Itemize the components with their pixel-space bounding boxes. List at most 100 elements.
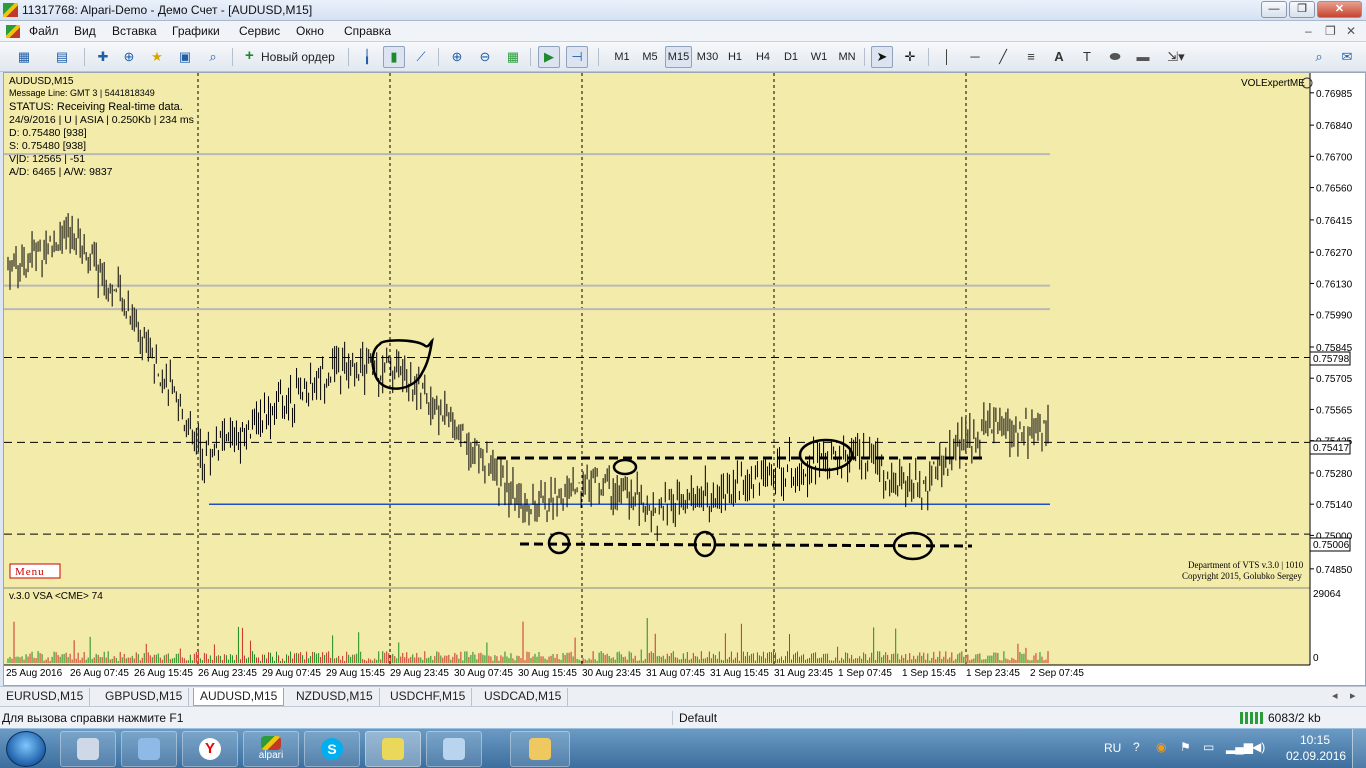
tab-scroll-left-icon[interactable]: ◂ — [1332, 689, 1338, 702]
minimize-button[interactable]: — — [1261, 1, 1287, 18]
timeframe-m15[interactable]: M15 — [665, 46, 692, 68]
taskbar-metatrader[interactable] — [365, 731, 421, 767]
info-line: 24/9/2016 | U | ASIA | 0.250Kb | 234 ms — [9, 114, 194, 126]
orange-tray-icon[interactable]: ◉ — [1156, 740, 1166, 754]
doc-minimize-button[interactable]: – — [1305, 24, 1312, 38]
clock-date[interactable]: 02.09.2016 — [1286, 749, 1346, 763]
skype-icon: S — [321, 738, 343, 760]
new-order-button[interactable]: Новый ордер — [240, 46, 342, 68]
timeframe-d1[interactable]: D1 — [779, 46, 803, 68]
taskbar-explorer-pc[interactable] — [121, 731, 177, 767]
time-label: 26 Aug 23:45 — [198, 668, 257, 679]
tester-button[interactable]: ⌕ — [202, 46, 224, 68]
navigator-button[interactable]: ★ — [146, 46, 168, 68]
crosshair-tool-button[interactable]: ✛ — [899, 46, 921, 68]
language-indicator[interactable]: RU — [1104, 741, 1121, 755]
search-button[interactable]: ⌕ — [1308, 46, 1330, 68]
profiles-button[interactable]: ▤ — [46, 46, 78, 68]
timeframe-m5[interactable]: M5 — [638, 46, 662, 68]
timeframe-m30[interactable]: M30 — [694, 46, 721, 68]
text-label-button[interactable]: T — [1076, 46, 1098, 68]
help-tray-icon[interactable]: ? — [1133, 740, 1140, 754]
vertical-line-button[interactable]: │ — [936, 46, 958, 68]
chat-button[interactable]: ✉ — [1336, 46, 1358, 68]
tab-usdchf[interactable]: USDCHF,M15 — [384, 688, 473, 706]
start-button[interactable] — [6, 731, 46, 767]
menu-tools[interactable]: Сервис — [239, 24, 280, 38]
rectangle-tool-button[interactable]: ▬ — [1132, 46, 1154, 68]
taskbar-skype[interactable]: S — [304, 731, 360, 767]
taskbar-notepad[interactable] — [426, 731, 482, 767]
restore-button[interactable]: ❐ — [1289, 1, 1315, 18]
timeframe-h4[interactable]: H4 — [751, 46, 775, 68]
text-tool-button[interactable]: A — [1048, 46, 1070, 68]
status-profile: Default — [672, 711, 717, 725]
flag-tray-icon[interactable]: ⚑ — [1180, 740, 1191, 754]
ellipse-icon: ⬬ — [1109, 49, 1121, 64]
timeframe-m1[interactable]: M1 — [610, 46, 634, 68]
menu-view[interactable]: Вид — [74, 24, 96, 38]
taskbar-yandex[interactable]: Y — [182, 731, 238, 767]
bar-chart-button[interactable]: ╽ — [356, 46, 378, 68]
menu-window[interactable]: Окно — [296, 24, 324, 38]
ellipse-tool-button[interactable]: ⬬ — [1104, 46, 1126, 68]
cursor-tool-button[interactable]: ➤ — [871, 46, 893, 68]
new-chart-icon: ▦ — [17, 49, 31, 64]
candlestick-button[interactable]: ▮ — [383, 46, 405, 68]
taskbar-folder[interactable] — [510, 731, 570, 767]
chart-shift-button[interactable]: ⊣ — [566, 46, 588, 68]
arrows-menu-button[interactable]: ⇲▾ — [1160, 46, 1192, 68]
clock-time[interactable]: 10:15 — [1300, 733, 1330, 747]
search-icon: ⌕ — [1315, 49, 1323, 64]
toolbar: ▦ ▤ ✚ ⊕ ★ ▣ ⌕ Новый ордер ╽ ▮ ⟋ ⊕ ⊖ ▦ ▶ … — [0, 42, 1366, 72]
menu-charts[interactable]: Графики — [172, 24, 220, 38]
channel-button[interactable]: ≡ — [1020, 46, 1042, 68]
text-label-icon: T — [1083, 49, 1091, 64]
timeframe-mn[interactable]: MN — [835, 46, 859, 68]
menu-bar: Файл Вид Вставка Графики Сервис Окно Спр… — [0, 21, 1366, 42]
menu-help[interactable]: Справка — [344, 24, 391, 38]
copyright-line: Copyright 2015, Golubko Sergey — [1182, 571, 1302, 581]
rectangle-icon: ▬ — [1136, 49, 1150, 64]
new-chart-button[interactable]: ▦ — [8, 46, 40, 68]
data-window-button[interactable]: ⊕ — [118, 46, 140, 68]
chart-canvas[interactable]: 0.76985 0.76840 0.76700 0.76560 0.76415 0.762… — [4, 73, 1365, 685]
menu-file[interactable]: Файл — [29, 24, 59, 38]
trendline-button[interactable]: ╱ — [992, 46, 1014, 68]
tab-usdcad[interactable]: USDCAD,M15 — [478, 688, 569, 706]
computer-icon — [138, 738, 160, 760]
taskbar-calculator[interactable] — [60, 731, 116, 767]
line-chart-button[interactable]: ⟋ — [410, 46, 432, 68]
tile-windows-button[interactable]: ▦ — [502, 46, 524, 68]
time-label: 26 Aug 15:45 — [134, 668, 193, 679]
market-watch-button[interactable]: ✚ — [92, 46, 114, 68]
zoom-out-button[interactable]: ⊖ — [474, 46, 496, 68]
autoscroll-button[interactable]: ▶ — [538, 46, 560, 68]
timeframe-w1[interactable]: W1 — [807, 46, 831, 68]
close-button[interactable]: ✕ — [1317, 1, 1362, 18]
app-icon — [3, 3, 18, 17]
network-tray-icon[interactable]: ▂▄▆ — [1226, 740, 1253, 754]
chart-window[interactable]: 0.76985 0.76840 0.76700 0.76560 0.76415 0.762… — [3, 72, 1366, 686]
menu-insert[interactable]: Вставка — [112, 24, 157, 38]
volume-tray-icon[interactable]: ◀) — [1252, 740, 1265, 754]
doc-restore-button[interactable]: ❐ — [1325, 24, 1336, 38]
tab-scroll-right-icon[interactable]: ▸ — [1350, 689, 1356, 702]
tab-nzdusd[interactable]: NZDUSD,M15 — [290, 688, 380, 706]
show-desktop-button[interactable] — [1352, 729, 1366, 768]
taskbar-alpari[interactable]: alpari — [243, 731, 299, 767]
terminal-button[interactable]: ▣ — [174, 46, 196, 68]
tab-eurusd[interactable]: EURUSD,M15 — [0, 688, 91, 706]
doc-close-button[interactable]: ✕ — [1346, 24, 1356, 38]
chart-tabs: EURUSD,M15 GBPUSD,M15 AUDUSD,M15 NZDUSD,… — [0, 686, 1366, 706]
tab-audusd[interactable]: AUDUSD,M15 — [193, 688, 285, 706]
alpari-label: alpari — [258, 750, 284, 761]
timeframe-h1[interactable]: H1 — [723, 46, 747, 68]
price-label: 0.76560 — [1316, 184, 1353, 195]
device-tray-icon[interactable]: ▭ — [1203, 740, 1214, 754]
zoom-in-button[interactable]: ⊕ — [446, 46, 468, 68]
horizontal-line-button[interactable]: ─ — [964, 46, 986, 68]
menu-button[interactable]: Menu — [15, 566, 45, 578]
tab-gbpusd[interactable]: GBPUSD,M15 — [99, 688, 190, 706]
toolbar-separator — [530, 48, 531, 66]
